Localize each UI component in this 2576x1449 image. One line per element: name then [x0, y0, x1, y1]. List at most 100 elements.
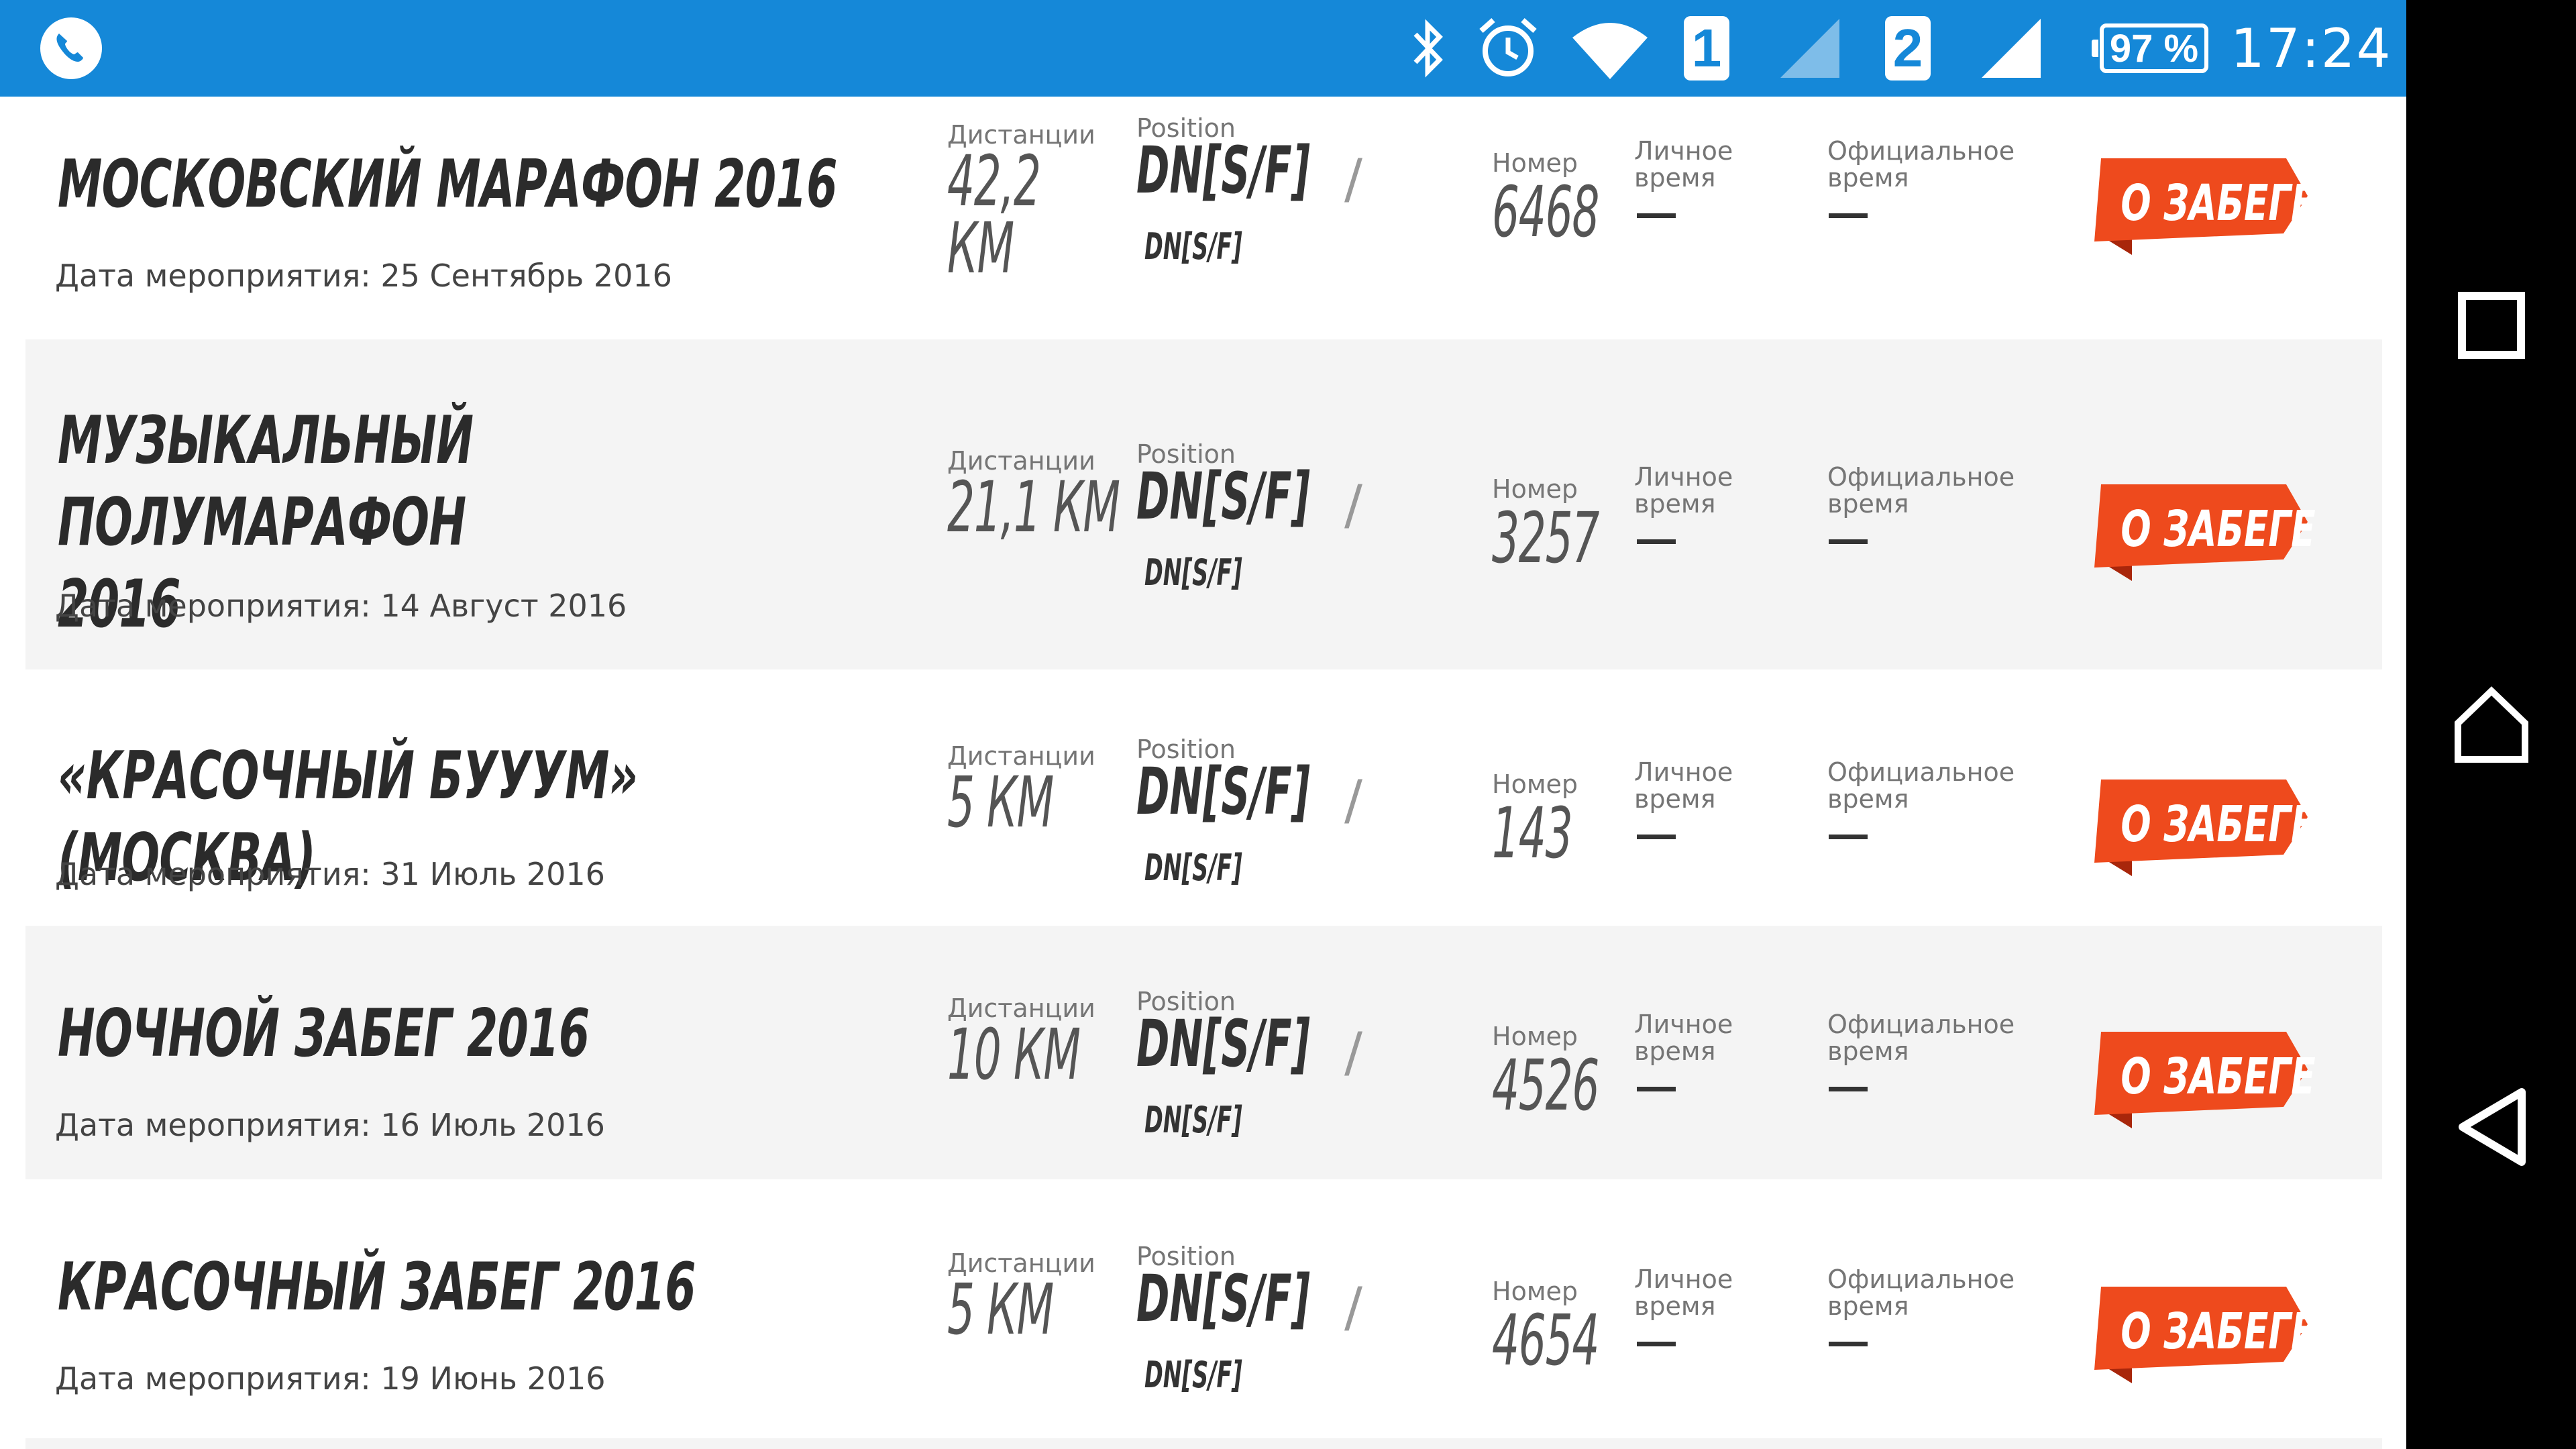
distance-line: 42,2 [947, 140, 1041, 222]
race-row[interactable]: МОСКОВСКИЙ МАРАФОН 2016 Дата мероприятия:… [25, 97, 2382, 335]
distance-line: 21,1 КМ [947, 466, 1120, 548]
personal-time-value [1637, 1342, 1676, 1346]
position-value: DN[S/F] [1136, 754, 1310, 829]
personal-time-label: Личное [1634, 1265, 1733, 1294]
official-time-label: Официальное [1827, 462, 2015, 492]
signal-icon [1778, 0, 1842, 97]
race-details-button[interactable]: О ЗАБЕГЕ [2092, 480, 2316, 594]
race-date: Дата мероприятия: 19 Июнь 2016 [55, 1360, 606, 1397]
race-details-button-label: О ЗАБЕГЕ [2121, 1048, 2316, 1106]
personal-time-value [1637, 539, 1676, 544]
home-icon [2454, 686, 2528, 763]
position-slash: / [1344, 148, 1362, 210]
race-row[interactable]: НОЧНОЙ ЗАБЕГ 2016 Дата мероприятия: 16 Ию… [25, 926, 2382, 1179]
race-date: Дата мероприятия: 16 Июль 2016 [55, 1107, 605, 1143]
race-row[interactable]: МУЗЫКАЛЬНЫЙ ПОЛУМАРАФОН 2016 Дата мероприя… [25, 339, 2382, 669]
distance-value: 5 КМ [947, 1269, 1054, 1350]
position-value: DN[S/F] [1136, 1006, 1310, 1081]
clock: 17:24 [2231, 17, 2392, 80]
official-time-label: время [1827, 489, 1909, 519]
personal-time-value [1637, 835, 1676, 839]
personal-time-value [1637, 1087, 1676, 1091]
back-button[interactable] [2406, 1060, 2576, 1194]
wifi-icon [1570, 0, 1650, 97]
race-title-line: МУЗЫКАЛЬНЫЙ ПОЛУМАРАФОН [58, 402, 474, 561]
race-row[interactable] [25, 1438, 2382, 1449]
recent-apps-button[interactable] [2406, 258, 2576, 392]
position-slash: / [1344, 769, 1362, 831]
race-details-button[interactable]: О ЗАБЕГЕ [2092, 1028, 2316, 1142]
navigation-bar [2406, 0, 2576, 1449]
official-time-label: время [1827, 163, 1909, 193]
race-details-button[interactable]: О ЗАБЕГЕ [2092, 154, 2316, 268]
race-title: НОЧНОЙ ЗАБЕГ 2016 [58, 993, 879, 1075]
alarm-icon [1476, 0, 1540, 97]
distance-line: 5 КМ [947, 1269, 1054, 1350]
distance-value: 5 КМ [947, 761, 1054, 843]
square-icon [2457, 292, 2525, 359]
race-details-button-label: О ЗАБЕГЕ [2121, 500, 2316, 558]
race-details-button[interactable]: О ЗАБЕГЕ [2092, 775, 2316, 890]
personal-time-label: Личное [1634, 462, 1733, 492]
race-date: Дата мероприятия: 14 Август 2016 [55, 588, 627, 624]
official-time-label: Официальное [1827, 1265, 2015, 1294]
distance-line: 5 КМ [947, 761, 1054, 843]
position-sub-value: DN[S/F] [1144, 225, 1242, 268]
home-button[interactable] [2406, 657, 2576, 792]
sim2-badge: 2 [1885, 0, 1931, 97]
personal-time-label: Личное [1634, 136, 1733, 166]
official-time-value [1829, 1087, 1868, 1091]
phone-icon[interactable] [39, 0, 103, 97]
official-time-label: Официальное [1827, 757, 2015, 787]
position-slash: / [1344, 474, 1362, 536]
race-date: Дата мероприятия: 25 Сентябрь 2016 [55, 258, 672, 294]
signal-icon [1979, 0, 2043, 97]
official-time-value [1829, 1342, 1868, 1346]
position-sub-value: DN[S/F] [1144, 847, 1242, 889]
race-details-button-label: О ЗАБЕГЕ [2121, 174, 2316, 232]
distance-line: 10 КМ [947, 1014, 1081, 1095]
race-title-line: НОЧНОЙ ЗАБЕГ 2016 [58, 996, 590, 1072]
official-time-value [1829, 835, 1868, 839]
status-bar: 1 2 97 % 17:24 [0, 0, 2406, 97]
race-title-line: КРАСОЧНЫЙ ЗАБЕГ 2016 [58, 1249, 696, 1326]
race-title-line: МОСКОВСКИЙ МАРАФОН 2016 [58, 146, 837, 223]
personal-time-label: время [1634, 784, 1716, 814]
personal-time-label: время [1634, 1036, 1716, 1066]
race-details-button[interactable]: О ЗАБЕГЕ [2092, 1283, 2316, 1397]
bluetooth-icon [1409, 0, 1449, 97]
official-time-label: время [1827, 784, 1909, 814]
personal-time-label: время [1634, 1291, 1716, 1321]
position-sub-value: DN[S/F] [1144, 1099, 1242, 1141]
personal-time-label: Личное [1634, 757, 1733, 787]
bib-number-value: 3257 [1492, 497, 1599, 579]
race-row[interactable]: КРАСОЧНЫЙ ЗАБЕГ 2016 Дата мероприятия: 19… [25, 1179, 2382, 1433]
position-sub-value: DN[S/F] [1144, 1354, 1242, 1396]
bib-number-value: 6468 [1492, 171, 1599, 253]
position-value: DN[S/F] [1136, 133, 1310, 208]
distance-value: 21,1 КМ [947, 466, 1120, 548]
position-value: DN[S/F] [1136, 459, 1310, 534]
personal-time-value [1637, 213, 1676, 218]
official-time-label: время [1827, 1036, 1909, 1066]
race-details-button-label: О ЗАБЕГЕ [2121, 796, 2316, 853]
official-time-label: время [1827, 1291, 1909, 1321]
official-time-value [1829, 213, 1868, 218]
personal-time-label: время [1634, 163, 1716, 193]
position-sub-value: DN[S/F] [1144, 551, 1242, 594]
race-date: Дата мероприятия: 31 Июль 2016 [55, 856, 605, 892]
bib-number-value: 4654 [1492, 1299, 1599, 1381]
bib-number-value: 143 [1492, 792, 1573, 874]
official-time-label: Официальное [1827, 136, 2015, 166]
distance-value: 10 КМ [947, 1014, 1081, 1095]
race-list[interactable]: МОСКОВСКИЙ МАРАФОН 2016 Дата мероприятия:… [0, 97, 2406, 1449]
personal-time-label: Личное [1634, 1010, 1733, 1039]
official-time-label: Официальное [1827, 1010, 2015, 1039]
race-title: КРАСОЧНЫЙ ЗАБЕГ 2016 [58, 1246, 879, 1328]
race-row[interactable]: «КРАСОЧНЫЙ БУУУМ» (МОСКВА) Дата мероприят… [25, 675, 2382, 923]
race-title: МОСКОВСКИЙ МАРАФОН 2016 [58, 144, 879, 225]
personal-time-label: время [1634, 489, 1716, 519]
battery-icon: 97 % [2092, 0, 2208, 97]
battery-level: 97 % [2092, 23, 2208, 73]
position-slash: / [1344, 1276, 1362, 1338]
